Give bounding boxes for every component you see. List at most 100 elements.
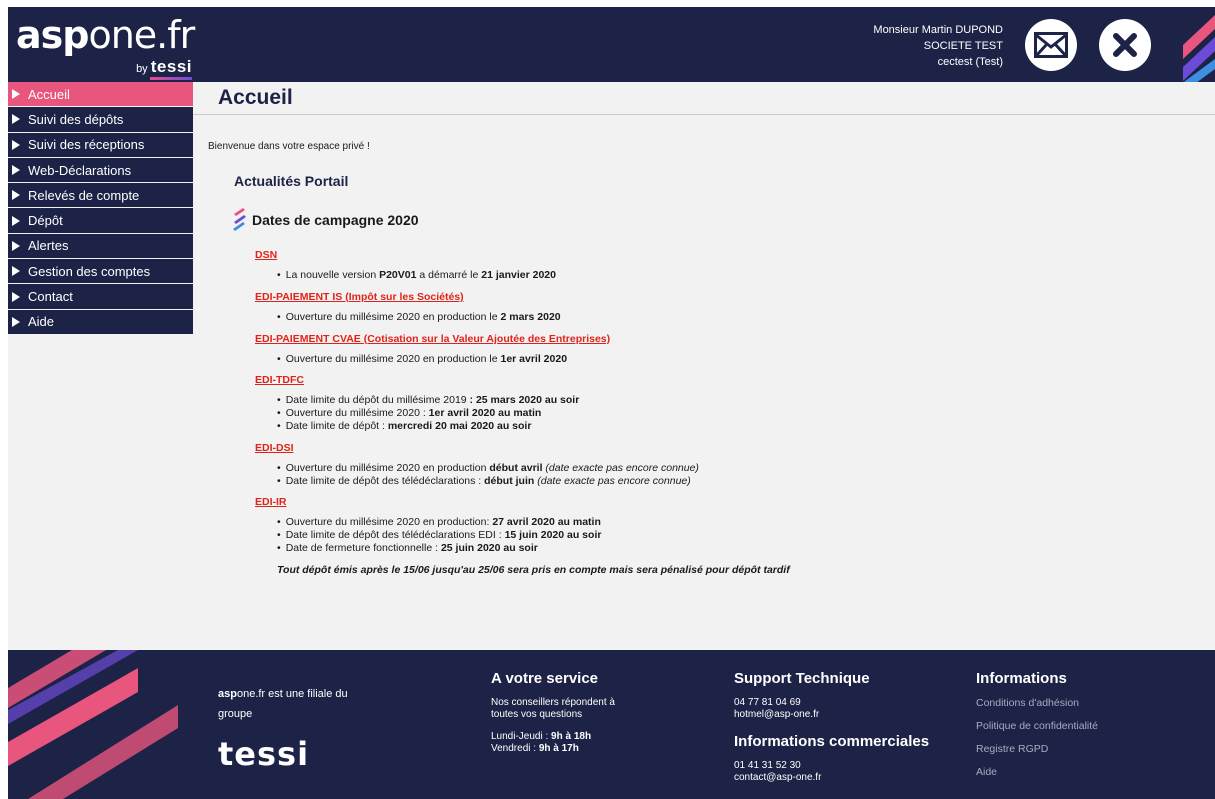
sidebar-item-label: Suivi des dépôts bbox=[28, 111, 124, 127]
sidebar-item-label: Relevés de compte bbox=[28, 187, 140, 203]
footer-support-email[interactable]: hotmel@asp-one.fr bbox=[734, 709, 964, 721]
section-bullet-list: Ouverture du millésime 2020 en productio… bbox=[277, 311, 1055, 324]
campaign-title: Dates de campagne 2020 bbox=[252, 212, 419, 228]
sidebar-item-depot[interactable]: Dépôt bbox=[8, 208, 193, 233]
sidebar-item-releves[interactable]: Relevés de compte bbox=[8, 183, 193, 208]
footer-link-privacy[interactable]: Politique de confidentialité bbox=[976, 720, 1176, 732]
footer-tessi-logo: tessi bbox=[218, 735, 310, 773]
bullet-item: Date limite de dépôt : mercredi 20 mai 2… bbox=[277, 420, 1055, 433]
footer-support-heading: Support Technique bbox=[734, 670, 870, 687]
section-bullet-list: La nouvelle version P20V01 a démarré le … bbox=[277, 269, 1055, 282]
footer-link-rgpd[interactable]: Registre RGPD bbox=[976, 743, 1176, 755]
footer: aspone.fr est une filiale du groupe tess… bbox=[8, 650, 1215, 799]
footer-hours-friday: Vendredi : 9h à 17h bbox=[491, 743, 579, 754]
footer-service-text: Nos conseillers répondent à toutes vos q… bbox=[491, 697, 615, 720]
section-link[interactable]: EDI-TDFC bbox=[255, 374, 1055, 386]
footer-support-column: Support Technique 04 77 81 04 69 hotmel@… bbox=[734, 670, 964, 784]
bullet-item: Date limite de dépôt des télédéclaration… bbox=[277, 475, 1055, 488]
campaign-heading: Dates de campagne 2020 bbox=[232, 207, 419, 233]
triangle-right-icon bbox=[12, 266, 20, 277]
bullet-item: Ouverture du millésime 2020 en productio… bbox=[277, 353, 1055, 366]
sidebar-item-suivi-depots[interactable]: Suivi des dépôts bbox=[8, 107, 193, 132]
sidebar-item-label: Suivi des réceptions bbox=[28, 137, 145, 153]
sidebar-item-accueil[interactable]: Accueil bbox=[8, 82, 193, 107]
sidebar-item-label: Aide bbox=[28, 314, 55, 330]
bullet-item: Ouverture du millésime 2020 : 1er avril … bbox=[277, 407, 1055, 420]
user-info: Monsieur Martin DUPOND SOCIETE TEST cect… bbox=[873, 22, 1003, 70]
slash-stripes-icon bbox=[233, 208, 246, 231]
section-bullet-list: Ouverture du millésime 2020 en productio… bbox=[277, 462, 1055, 488]
user-account: cectest (Test) bbox=[937, 56, 1003, 68]
late-filing-note: Tout dépôt émis après le 15/06 jusqu'au … bbox=[277, 563, 790, 576]
footer-link-aide[interactable]: Aide bbox=[976, 766, 1176, 778]
bullet-item: Ouverture du millésime 2020 en productio… bbox=[277, 311, 1055, 324]
close-icon bbox=[1113, 33, 1137, 57]
sidebar-item-aide[interactable]: Aide bbox=[8, 309, 193, 334]
sidebar-item-label: Gestion des comptes bbox=[28, 263, 151, 279]
triangle-right-icon bbox=[12, 291, 20, 302]
footer-commercial-email[interactable]: contact@asp-one.fr bbox=[734, 772, 964, 784]
footer-decoration-stripes bbox=[8, 650, 193, 799]
bullet-item: Date limite de dépôt des télédéclaration… bbox=[277, 529, 1055, 542]
sidebar-item-gestion-comptes[interactable]: Gestion des comptes bbox=[8, 259, 193, 284]
sidebar-item-label: Alertes bbox=[28, 238, 69, 254]
footer-service-column: A votre service Nos conseillers réponden… bbox=[491, 670, 691, 755]
footer-commercial-heading: Informations commerciales bbox=[734, 733, 930, 750]
footer-info-heading: Informations bbox=[976, 670, 1067, 687]
bullet-item: Ouverture du millésime 2020 en productio… bbox=[277, 462, 1055, 475]
footer-info-column: Informations Conditions d'adhésion Polit… bbox=[976, 670, 1176, 789]
section-link[interactable]: EDI-IR bbox=[255, 496, 1055, 508]
section-link[interactable]: DSN bbox=[255, 249, 1055, 261]
sidebar-item-label: Accueil bbox=[28, 86, 70, 102]
logo-text: aspone.fr bbox=[16, 13, 195, 57]
section-link[interactable]: EDI-DSI bbox=[255, 442, 1055, 454]
mail-button[interactable] bbox=[1025, 19, 1077, 71]
aspone-logo[interactable]: aspone.fr by tessi bbox=[16, 13, 196, 80]
sidebar-item-label: Dépôt bbox=[28, 213, 63, 229]
footer-service-heading: A votre service bbox=[491, 670, 599, 687]
sidebar-item-label: Web-Déclarations bbox=[28, 162, 132, 178]
welcome-message: Bienvenue dans votre espace privé ! bbox=[208, 141, 370, 152]
app-root: aspone.fr by tessi Monsieur Martin DUPON… bbox=[0, 0, 1215, 799]
footer-link-conditions[interactable]: Conditions d'adhésion bbox=[976, 697, 1176, 709]
mail-icon bbox=[1034, 32, 1068, 58]
sidebar-item-contact[interactable]: Contact bbox=[8, 284, 193, 309]
footer-commercial-phone: 01 41 31 52 30 bbox=[734, 760, 801, 771]
triangle-right-icon bbox=[12, 165, 20, 176]
triangle-right-icon bbox=[12, 215, 20, 226]
section-bullet-list: Ouverture du millésime 2020 en productio… bbox=[277, 353, 1055, 366]
footer-support-phone: 04 77 81 04 69 bbox=[734, 697, 801, 708]
section-bullet-list: Ouverture du millésime 2020 en productio… bbox=[277, 516, 1055, 554]
sidebar-nav: Accueil Suivi des dépôts Suivi des récep… bbox=[8, 82, 193, 335]
sidebar-item-label: Contact bbox=[28, 289, 73, 305]
logout-button[interactable] bbox=[1099, 19, 1151, 71]
section-bullet-list: Date limite du dépôt du millésime 2019 :… bbox=[277, 394, 1055, 432]
sidebar-item-web-declarations[interactable]: Web-Déclarations bbox=[8, 157, 193, 183]
user-name: Monsieur Martin DUPOND bbox=[873, 24, 1003, 36]
sidebar-item-alertes[interactable]: Alertes bbox=[8, 233, 193, 259]
bullet-item: La nouvelle version P20V01 a démarré le … bbox=[277, 269, 1055, 282]
bullet-item: Ouverture du millésime 2020 en productio… bbox=[277, 516, 1055, 529]
news-heading: Actualités Portail bbox=[234, 173, 349, 189]
page: aspone.fr by tessi Monsieur Martin DUPON… bbox=[8, 7, 1215, 799]
user-company: SOCIETE TEST bbox=[923, 40, 1003, 52]
triangle-right-icon bbox=[12, 190, 20, 201]
page-title-bar: Accueil bbox=[193, 82, 1215, 115]
triangle-right-icon bbox=[12, 139, 20, 150]
campaign-sections: DSN La nouvelle version P20V01 a démarré … bbox=[255, 249, 1055, 576]
bullet-item: Date limite du dépôt du millésime 2019 :… bbox=[277, 394, 1055, 407]
page-title: Accueil bbox=[218, 86, 293, 109]
logo-underline bbox=[150, 77, 192, 80]
triangle-right-icon bbox=[12, 240, 20, 251]
section-link[interactable]: EDI-PAIEMENT IS (Impôt sur les Sociétés) bbox=[255, 291, 1055, 303]
triangle-right-icon bbox=[12, 114, 20, 125]
footer-filiale-text: aspone.fr est une filiale du groupe bbox=[218, 688, 348, 720]
sidebar-item-suivi-receptions[interactable]: Suivi des réceptions bbox=[8, 132, 193, 157]
bullet-item: Date de fermeture fonctionnelle : 25 jui… bbox=[277, 542, 1055, 555]
triangle-right-icon bbox=[12, 316, 20, 327]
logo-by-tessi: by tessi bbox=[136, 57, 192, 76]
section-link[interactable]: EDI-PAIEMENT CVAE (Cotisation sur la Val… bbox=[255, 333, 1055, 345]
header: aspone.fr by tessi Monsieur Martin DUPON… bbox=[8, 7, 1215, 97]
footer-hours-weekday: Lundi-Jeudi : 9h à 18h bbox=[491, 731, 592, 742]
triangle-right-icon bbox=[12, 89, 20, 100]
